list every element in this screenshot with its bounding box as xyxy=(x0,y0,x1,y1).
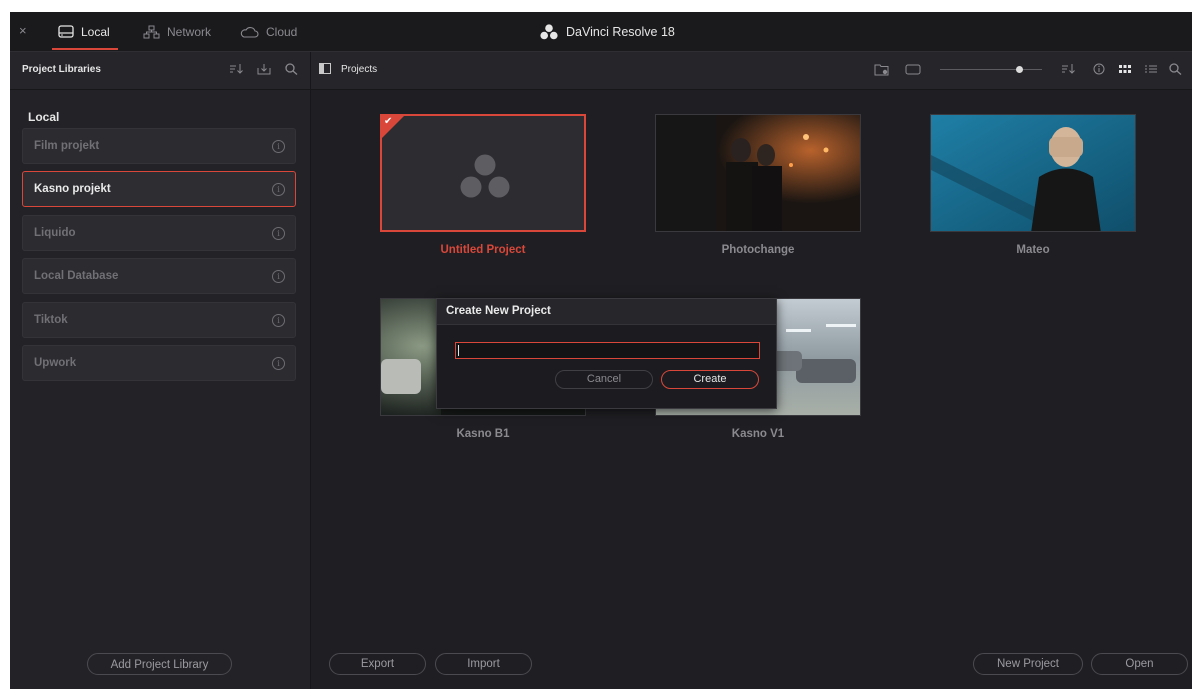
add-project-library-button[interactable]: Add Project Library xyxy=(87,653,232,675)
library-item-label: Film projekt xyxy=(34,140,100,152)
project-thumbnail-untitled[interactable]: ✔ xyxy=(380,114,586,232)
open-button[interactable]: Open xyxy=(1091,653,1188,675)
local-section-heading: Local xyxy=(28,110,60,124)
info-icon[interactable]: i xyxy=(272,270,285,283)
project-name: Photochange xyxy=(721,244,795,256)
info-icon[interactable]: i xyxy=(272,140,285,153)
cloud-icon xyxy=(240,26,259,38)
davinci-logo-icon xyxy=(540,23,558,39)
network-icon xyxy=(143,25,160,38)
import-library-icon[interactable] xyxy=(257,62,271,80)
check-icon: ✔ xyxy=(384,116,393,127)
info-icon[interactable]: i xyxy=(272,227,285,240)
search-icon[interactable] xyxy=(1169,63,1182,75)
projects-panel: Projects ✔ Untitled Project Photochange … xyxy=(311,52,1192,689)
library-item-upwork[interactable]: Upwork i xyxy=(22,345,296,381)
tab-local-label: Local xyxy=(81,24,110,39)
davinci-logo-icon xyxy=(460,154,510,198)
project-name: Kasno B1 xyxy=(456,428,510,440)
sort-icon[interactable] xyxy=(1061,63,1075,75)
projects-header: Projects xyxy=(311,52,1192,90)
project-name: Mateo xyxy=(1016,244,1050,256)
project-libraries-title: Project Libraries xyxy=(22,64,101,75)
tab-network-label: Network xyxy=(167,24,212,39)
davinci-project-manager: × Local Network Cloud DaVinci Resolve 18… xyxy=(10,12,1192,689)
library-item-local-database[interactable]: Local Database i xyxy=(22,258,296,294)
mateo-preview-image xyxy=(931,115,1135,231)
dialog-title: Create New Project xyxy=(446,305,551,317)
project-name: Untitled Project xyxy=(440,244,526,256)
info-icon[interactable]: i xyxy=(272,357,285,370)
project-settings-icon[interactable] xyxy=(905,63,921,76)
active-tab-indicator xyxy=(52,48,118,50)
app-title-text: DaVinci Resolve 18 xyxy=(566,24,675,39)
info-icon[interactable] xyxy=(1093,63,1105,75)
library-item-kasno-projekt[interactable]: Kasno projekt i xyxy=(22,171,296,207)
list-view-icon[interactable] xyxy=(1144,63,1158,75)
cancel-button[interactable]: Cancel xyxy=(555,370,653,389)
library-item-tiktok[interactable]: Tiktok i xyxy=(22,302,296,338)
export-button[interactable]: Export xyxy=(329,653,426,675)
dialog-header: Create New Project xyxy=(437,299,776,325)
tab-network[interactable]: Network xyxy=(143,12,211,51)
library-item-label: Upwork xyxy=(34,357,77,369)
text-cursor xyxy=(458,345,459,356)
create-button[interactable]: Create xyxy=(661,370,759,389)
project-thumbnail-mateo[interactable] xyxy=(930,114,1136,232)
library-item-label: Local Database xyxy=(34,270,119,282)
info-icon[interactable]: i xyxy=(272,183,285,196)
new-project-button[interactable]: New Project xyxy=(973,653,1083,675)
info-icon[interactable]: i xyxy=(272,314,285,327)
tab-cloud[interactable]: Cloud xyxy=(240,12,297,51)
import-button[interactable]: Import xyxy=(435,653,532,675)
new-folder-icon[interactable] xyxy=(874,63,890,76)
drive-icon xyxy=(58,25,74,38)
create-new-project-dialog: Create New Project Cancel Create xyxy=(436,298,777,409)
tab-local[interactable]: Local xyxy=(58,12,110,51)
library-item-liquido[interactable]: Liquido i xyxy=(22,215,296,251)
projects-title: Projects xyxy=(341,64,378,75)
slider-thumb[interactable] xyxy=(1016,66,1023,73)
library-item-film-projekt[interactable]: Film projekt i xyxy=(22,128,296,164)
project-libraries-header: Project Libraries xyxy=(10,52,310,90)
thumbnail-size-slider[interactable] xyxy=(940,69,1042,70)
project-name-input[interactable] xyxy=(455,342,760,359)
app-title: DaVinci Resolve 18 xyxy=(540,12,675,51)
library-item-label: Liquido xyxy=(34,227,76,239)
tab-cloud-label: Cloud xyxy=(266,24,298,39)
close-icon[interactable]: × xyxy=(19,23,27,38)
toggle-sidebar-icon[interactable] xyxy=(319,63,331,74)
library-item-label: Kasno projekt xyxy=(34,183,111,195)
sort-icon[interactable] xyxy=(229,62,243,80)
search-icon[interactable] xyxy=(285,62,298,80)
project-thumbnail-photochange[interactable] xyxy=(655,114,861,232)
project-name: Kasno V1 xyxy=(731,428,785,440)
grid-view-icon[interactable] xyxy=(1118,63,1132,75)
project-libraries-panel: Project Libraries Local Film projekt i K… xyxy=(10,52,311,689)
library-item-label: Tiktok xyxy=(34,314,68,326)
photochange-preview-image xyxy=(656,115,860,231)
title-bar: × Local Network Cloud DaVinci Resolve 18 xyxy=(10,12,1192,52)
